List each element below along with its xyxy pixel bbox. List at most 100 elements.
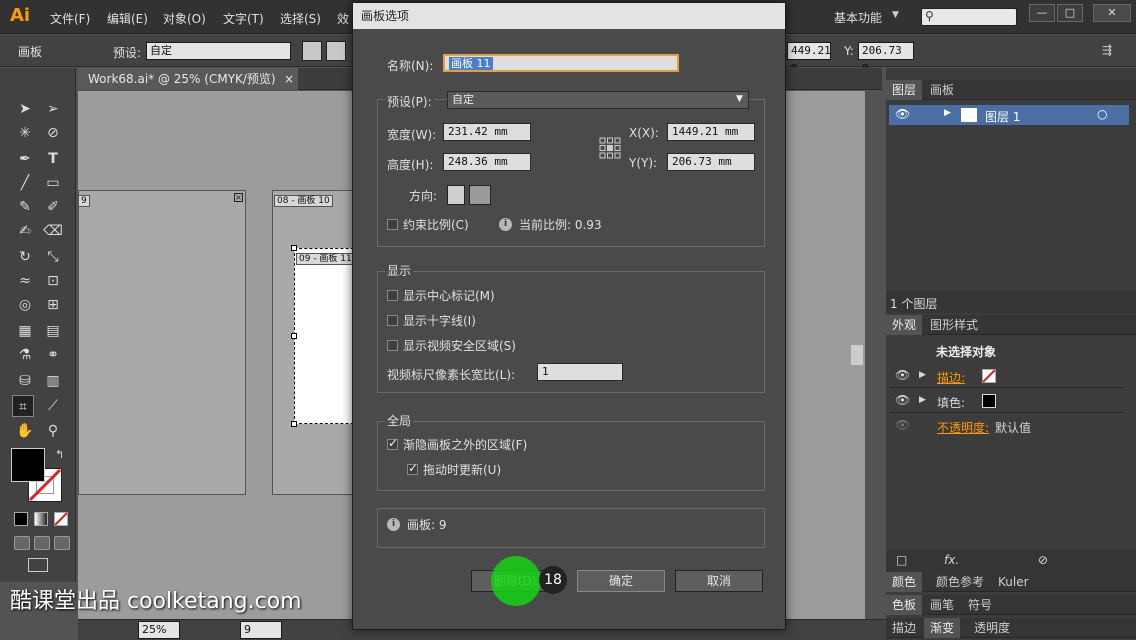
- zoom-field[interactable]: 25%: [138, 621, 180, 639]
- eraser-tool-icon[interactable]: ⌫: [42, 220, 64, 242]
- tab-artboards[interactable]: 画板: [924, 80, 960, 100]
- portrait-icon[interactable]: [302, 41, 322, 61]
- height-field[interactable]: 248.36 mm: [443, 153, 531, 171]
- gradient-tool-icon[interactable]: ▤: [42, 320, 64, 342]
- draw-normal-icon[interactable]: [14, 536, 30, 550]
- fill-swatch-small[interactable]: [982, 394, 996, 408]
- preset-dropdown[interactable]: 自定: [447, 91, 749, 109]
- tab-symbols[interactable]: 符号: [962, 595, 998, 615]
- update-drag-checkbox[interactable]: [407, 461, 418, 475]
- tab-color-guide[interactable]: 颜色参考: [930, 572, 990, 592]
- tab-layers[interactable]: 图层: [886, 80, 923, 100]
- swap-icon[interactable]: ↰: [55, 448, 64, 461]
- none-swatch-icon[interactable]: [982, 369, 996, 383]
- blend-tool-icon[interactable]: ⚭: [42, 344, 64, 366]
- y-field[interactable]: 206.73 mm: [667, 153, 755, 171]
- rotate-tool-icon[interactable]: ↻: [14, 246, 36, 268]
- pencil-tool-icon[interactable]: ✐: [42, 196, 64, 218]
- graph-tool-icon[interactable]: ▥: [42, 370, 64, 392]
- landscape-icon[interactable]: [326, 41, 346, 61]
- stroke-label[interactable]: 描边:: [937, 369, 965, 386]
- target-icon[interactable]: ○: [1097, 107, 1107, 121]
- blob-brush-icon[interactable]: ✍: [14, 220, 36, 242]
- line-tool-icon[interactable]: ╱: [14, 172, 36, 194]
- free-transform-icon[interactable]: ⊡: [42, 270, 64, 292]
- fx-icon[interactable]: fx.: [944, 553, 959, 567]
- direct-selection-tool-icon[interactable]: ➢: [42, 98, 64, 120]
- rectangle-tool-icon[interactable]: ▭: [42, 172, 64, 194]
- tab-transparency[interactable]: 透明度: [968, 618, 1016, 638]
- opacity-label[interactable]: 不透明度:: [937, 419, 989, 436]
- expand-arrow-icon[interactable]: ▶: [919, 395, 926, 405]
- video-ratio-field[interactable]: 1: [537, 363, 623, 381]
- workspace-switcher[interactable]: 基本功能: [834, 9, 882, 26]
- pen-tool-icon[interactable]: ✒: [14, 148, 36, 170]
- slice-tool-icon[interactable]: ⟋: [42, 395, 64, 417]
- chevron-down-icon[interactable]: ▼: [892, 10, 899, 20]
- tab-brushes[interactable]: 画笔: [924, 595, 960, 615]
- clear-icon[interactable]: ⊘: [1038, 553, 1048, 567]
- show-video-checkbox[interactable]: [387, 340, 398, 351]
- mesh-tool-icon[interactable]: ▦: [14, 320, 36, 342]
- eye-icon[interactable]: 👁: [895, 107, 910, 121]
- shape-builder-icon[interactable]: ◎: [14, 294, 36, 316]
- selection-tool-icon[interactable]: ➤: [14, 98, 36, 120]
- fade-outside-checkbox[interactable]: [387, 436, 398, 450]
- menu-type[interactable]: 文字(T): [223, 10, 264, 27]
- artboard-tool-icon[interactable]: ⌗: [12, 395, 34, 417]
- eyedropper-icon[interactable]: ⚗: [14, 344, 36, 366]
- tab-appearance[interactable]: 外观: [886, 315, 923, 335]
- artboard-left[interactable]: [78, 190, 246, 495]
- stroke-row[interactable]: 👁 ▶ 描边:: [889, 366, 1125, 388]
- resize-handle[interactable]: [291, 333, 297, 339]
- warp-tool-icon[interactable]: ≈: [14, 270, 36, 292]
- gradient-mode-icon[interactable]: [34, 512, 48, 526]
- width-field[interactable]: 231.42 mm: [443, 123, 531, 141]
- resize-handle[interactable]: [291, 421, 297, 427]
- tab-kuler[interactable]: Kuler: [992, 572, 1035, 592]
- hand-tool-icon[interactable]: ✋: [14, 420, 36, 442]
- document-tab[interactable]: Work68.ai* @ 25% (CMYK/预览) ×: [78, 68, 298, 90]
- name-field[interactable]: 画板 11: [443, 54, 679, 72]
- zoom-tool-icon[interactable]: ⚲: [42, 420, 64, 442]
- type-tool-icon[interactable]: T: [42, 148, 64, 170]
- portrait-icon[interactable]: [447, 185, 465, 205]
- close-icon[interactable]: ×: [234, 193, 243, 202]
- artboard-nav-field[interactable]: 9: [240, 621, 282, 639]
- maximize-button[interactable]: □: [1057, 4, 1083, 22]
- tab-stroke[interactable]: 描边: [886, 618, 922, 638]
- x-field[interactable]: 449.21 m: [787, 42, 831, 73]
- show-center-checkbox[interactable]: [387, 290, 398, 301]
- close-button[interactable]: ✕: [1093, 4, 1131, 22]
- panel-menu-icon[interactable]: ⇶: [1102, 43, 1112, 57]
- symbol-sprayer-icon[interactable]: ⛁: [14, 370, 36, 392]
- close-tab-icon[interactable]: ×: [284, 68, 294, 90]
- layer-row[interactable]: 👁 ▶ 图层 1 ○: [889, 105, 1129, 125]
- menu-file[interactable]: 文件(F): [50, 10, 90, 27]
- draw-behind-icon[interactable]: [34, 536, 50, 550]
- tab-swatches[interactable]: 色板: [886, 595, 923, 615]
- tab-gradient[interactable]: 渐变: [924, 618, 961, 638]
- brush-tool-icon[interactable]: ✎: [14, 196, 36, 218]
- eye-icon[interactable]: 👁: [895, 393, 910, 407]
- expand-arrow-icon[interactable]: ▶: [919, 370, 926, 380]
- perspective-grid-icon[interactable]: ⊞: [42, 294, 64, 316]
- fill-row[interactable]: 👁 ▶ 填色:: [889, 391, 1125, 413]
- color-mode-icon[interactable]: [14, 512, 28, 526]
- eye-icon[interactable]: 👁: [895, 368, 910, 382]
- menu-object[interactable]: 对象(O): [163, 10, 206, 27]
- preset-select[interactable]: 自定: [146, 42, 291, 60]
- screen-mode-icon[interactable]: [28, 558, 48, 572]
- menu-edit[interactable]: 编辑(E): [107, 10, 148, 27]
- cancel-button[interactable]: 取消: [675, 570, 763, 592]
- tab-color[interactable]: 颜色: [886, 572, 923, 592]
- resize-handle[interactable]: [291, 245, 297, 251]
- ok-button[interactable]: 确定: [577, 570, 665, 592]
- x-field[interactable]: 1449.21 mm: [667, 123, 755, 141]
- add-stroke-icon[interactable]: □: [896, 553, 907, 567]
- draw-inside-icon[interactable]: [54, 536, 70, 550]
- scale-tool-icon[interactable]: ⤡: [42, 246, 64, 268]
- landscape-icon[interactable]: [469, 185, 491, 205]
- vertical-scrollbar[interactable]: [851, 345, 863, 365]
- menu-effect[interactable]: 效: [337, 10, 349, 27]
